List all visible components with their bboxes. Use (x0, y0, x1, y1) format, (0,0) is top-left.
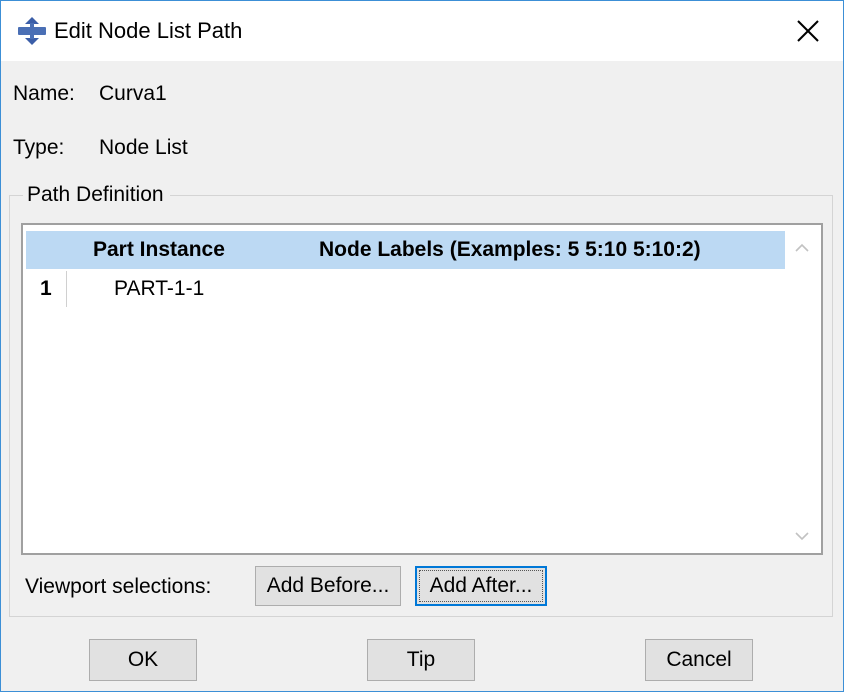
name-value: Curva1 (99, 82, 167, 105)
tip-button[interactable]: Tip (367, 639, 475, 681)
edit-node-list-path-dialog: Edit Node List Path Name: Curva1 Type: N… (0, 0, 844, 692)
row-divider (66, 271, 67, 307)
table-row[interactable]: 1 PART-1-1 (26, 269, 787, 309)
chevron-down-icon[interactable] (793, 527, 811, 545)
add-after-label: Add After... (429, 574, 533, 597)
type-value: Node List (99, 136, 188, 159)
name-label: Name: (13, 82, 75, 105)
ok-button[interactable]: OK (89, 639, 197, 681)
window-title: Edit Node List Path (54, 18, 243, 43)
path-definition-legend: Path Definition (23, 182, 170, 208)
close-icon (797, 20, 819, 42)
add-before-button[interactable]: Add Before... (255, 566, 401, 606)
column-header-part-instance[interactable]: Part Instance (93, 237, 225, 263)
add-after-button[interactable]: Add After... (415, 566, 547, 606)
vertical-scrollbar[interactable] (785, 229, 819, 553)
title-bar[interactable]: Edit Node List Path (1, 1, 843, 61)
type-label: Type: (13, 136, 65, 159)
cancel-button[interactable]: Cancel (645, 639, 753, 681)
chevron-up-icon[interactable] (793, 239, 811, 257)
abaqus-icon (18, 17, 46, 45)
row-index: 1 (40, 277, 52, 300)
node-list-table[interactable]: Part Instance Node Labels (Examples: 5 5… (21, 223, 823, 555)
viewport-selections-label: Viewport selections: (25, 575, 212, 598)
table-header: Part Instance Node Labels (Examples: 5 5… (26, 231, 787, 269)
close-button[interactable] (773, 1, 843, 61)
cell-part-instance[interactable]: PART-1-1 (114, 276, 204, 302)
column-header-node-labels[interactable]: Node Labels (Examples: 5 5:10 5:10:2) (319, 237, 701, 263)
